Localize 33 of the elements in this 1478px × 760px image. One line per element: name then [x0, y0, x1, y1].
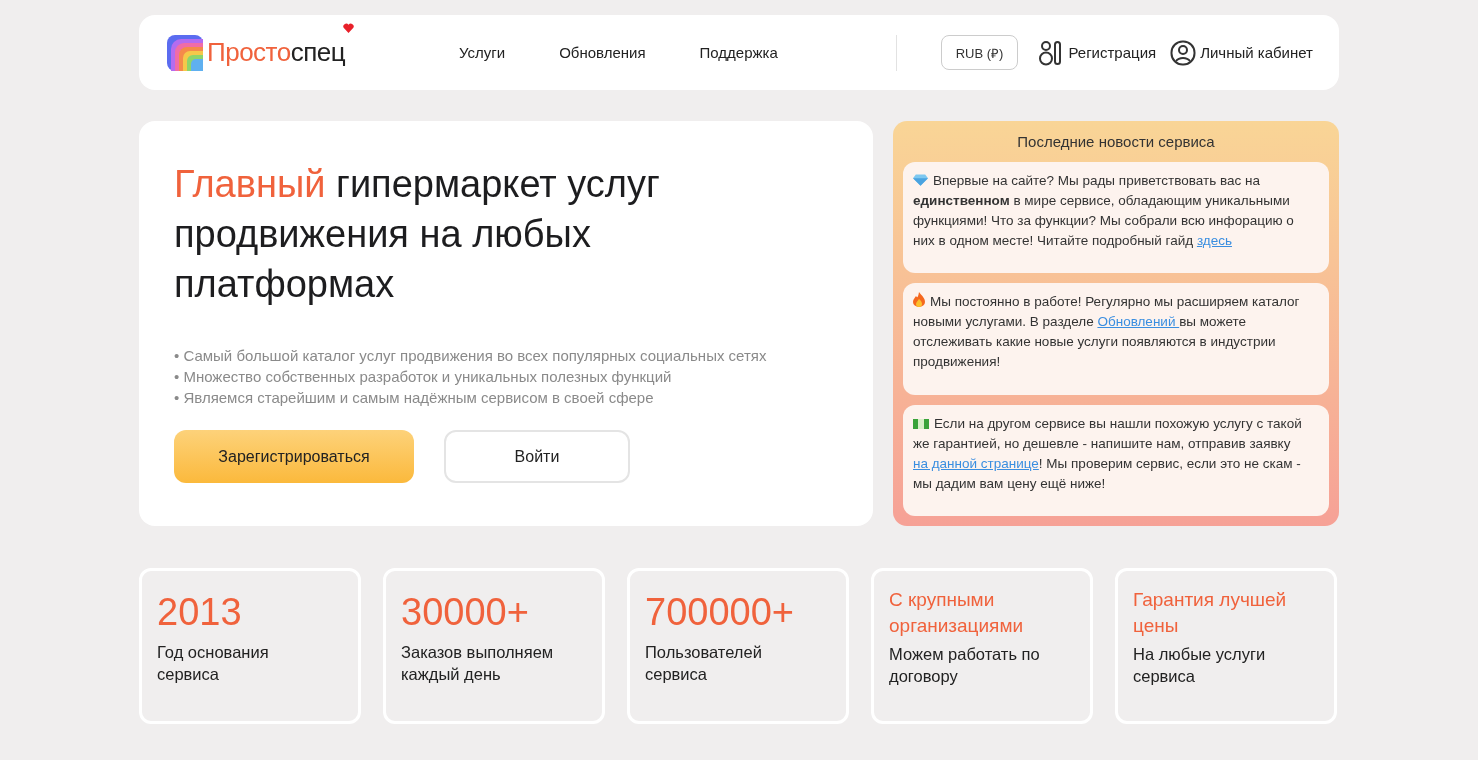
gem-icon [913, 174, 928, 186]
feature-text: • Самый большой каталог услуг продвижения во всех популярных социальных сетях [174, 346, 768, 366]
nav-link[interactable]: Услуги [459, 44, 506, 61]
stat-headline: 700000+ [645, 590, 795, 635]
stat-caption: Можем работать по договору [889, 644, 1041, 687]
logo-text[interactable]: Простоспец [207, 37, 346, 68]
stat-caption: На любые услуги сервиса [1133, 644, 1267, 687]
feature-text: • Являемся старейшим и самым надёжным сервисом в своей сфере [174, 388, 655, 408]
news-text: Впервые на сайте? Мы рады приветствовать вас на единственном в мире сервисе, обладающим уникальными функциями! Что за функции? Мы собрали всю инфорацию о них в одном месте! Читайте подробный гайд здесь [913, 172, 1295, 250]
hero-title: Главный гипермаркет услуг продвижения на любых платформах [174, 162, 661, 307]
stat-headline: Гарантия лучшей цены [1133, 588, 1288, 638]
stat-caption: Пользователей сервиса [645, 642, 763, 685]
stat-headline: 2013 [157, 590, 243, 635]
user-icon [1170, 39, 1197, 66]
flame-icon [913, 292, 925, 308]
news-text: Мы постоянно в работе! Регулярно мы расширяем каталог новыми услугами. В разделе Обновлений вы можете отслеживать какие новые услуги появляются в индустрии продвижения! [913, 292, 1301, 372]
feature-text: • Множество собственных разработок и уникальных полезных функций [174, 367, 673, 387]
news-title: Последние новости сервиса [1016, 132, 1216, 152]
nav-link[interactable]: Поддержка [699, 44, 778, 61]
login-button[interactable]: Войти [444, 430, 630, 483]
stat-headline: 30000+ [401, 590, 530, 635]
heart-icon [343, 22, 354, 33]
news-text: Если на другом сервисе вы нашли похожую услугу с такой же гарантией, но дешевле - напишите нам, отправив заявку на данной странице! Мы проверим сервис, если это не скам - мы дадим вам цену ещё ниже! [913, 414, 1303, 493]
stat-caption: Заказов выполняем каждый день [401, 642, 555, 685]
currency-button[interactable]: RUB (₽) [940, 35, 1019, 70]
account-link[interactable]: Личный кабинет [1170, 39, 1313, 66]
register-link[interactable]: Регистрация [1038, 39, 1157, 66]
stat-headline: С крупными организациями [889, 588, 1025, 638]
rainbow-logo-icon[interactable] [167, 34, 203, 71]
stat-caption: Год основания сервиса [157, 642, 270, 685]
nav-link[interactable]: Обновления [559, 44, 646, 61]
banknote-icon [913, 418, 929, 429]
register-button[interactable]: Зарегистрироваться [174, 430, 414, 483]
